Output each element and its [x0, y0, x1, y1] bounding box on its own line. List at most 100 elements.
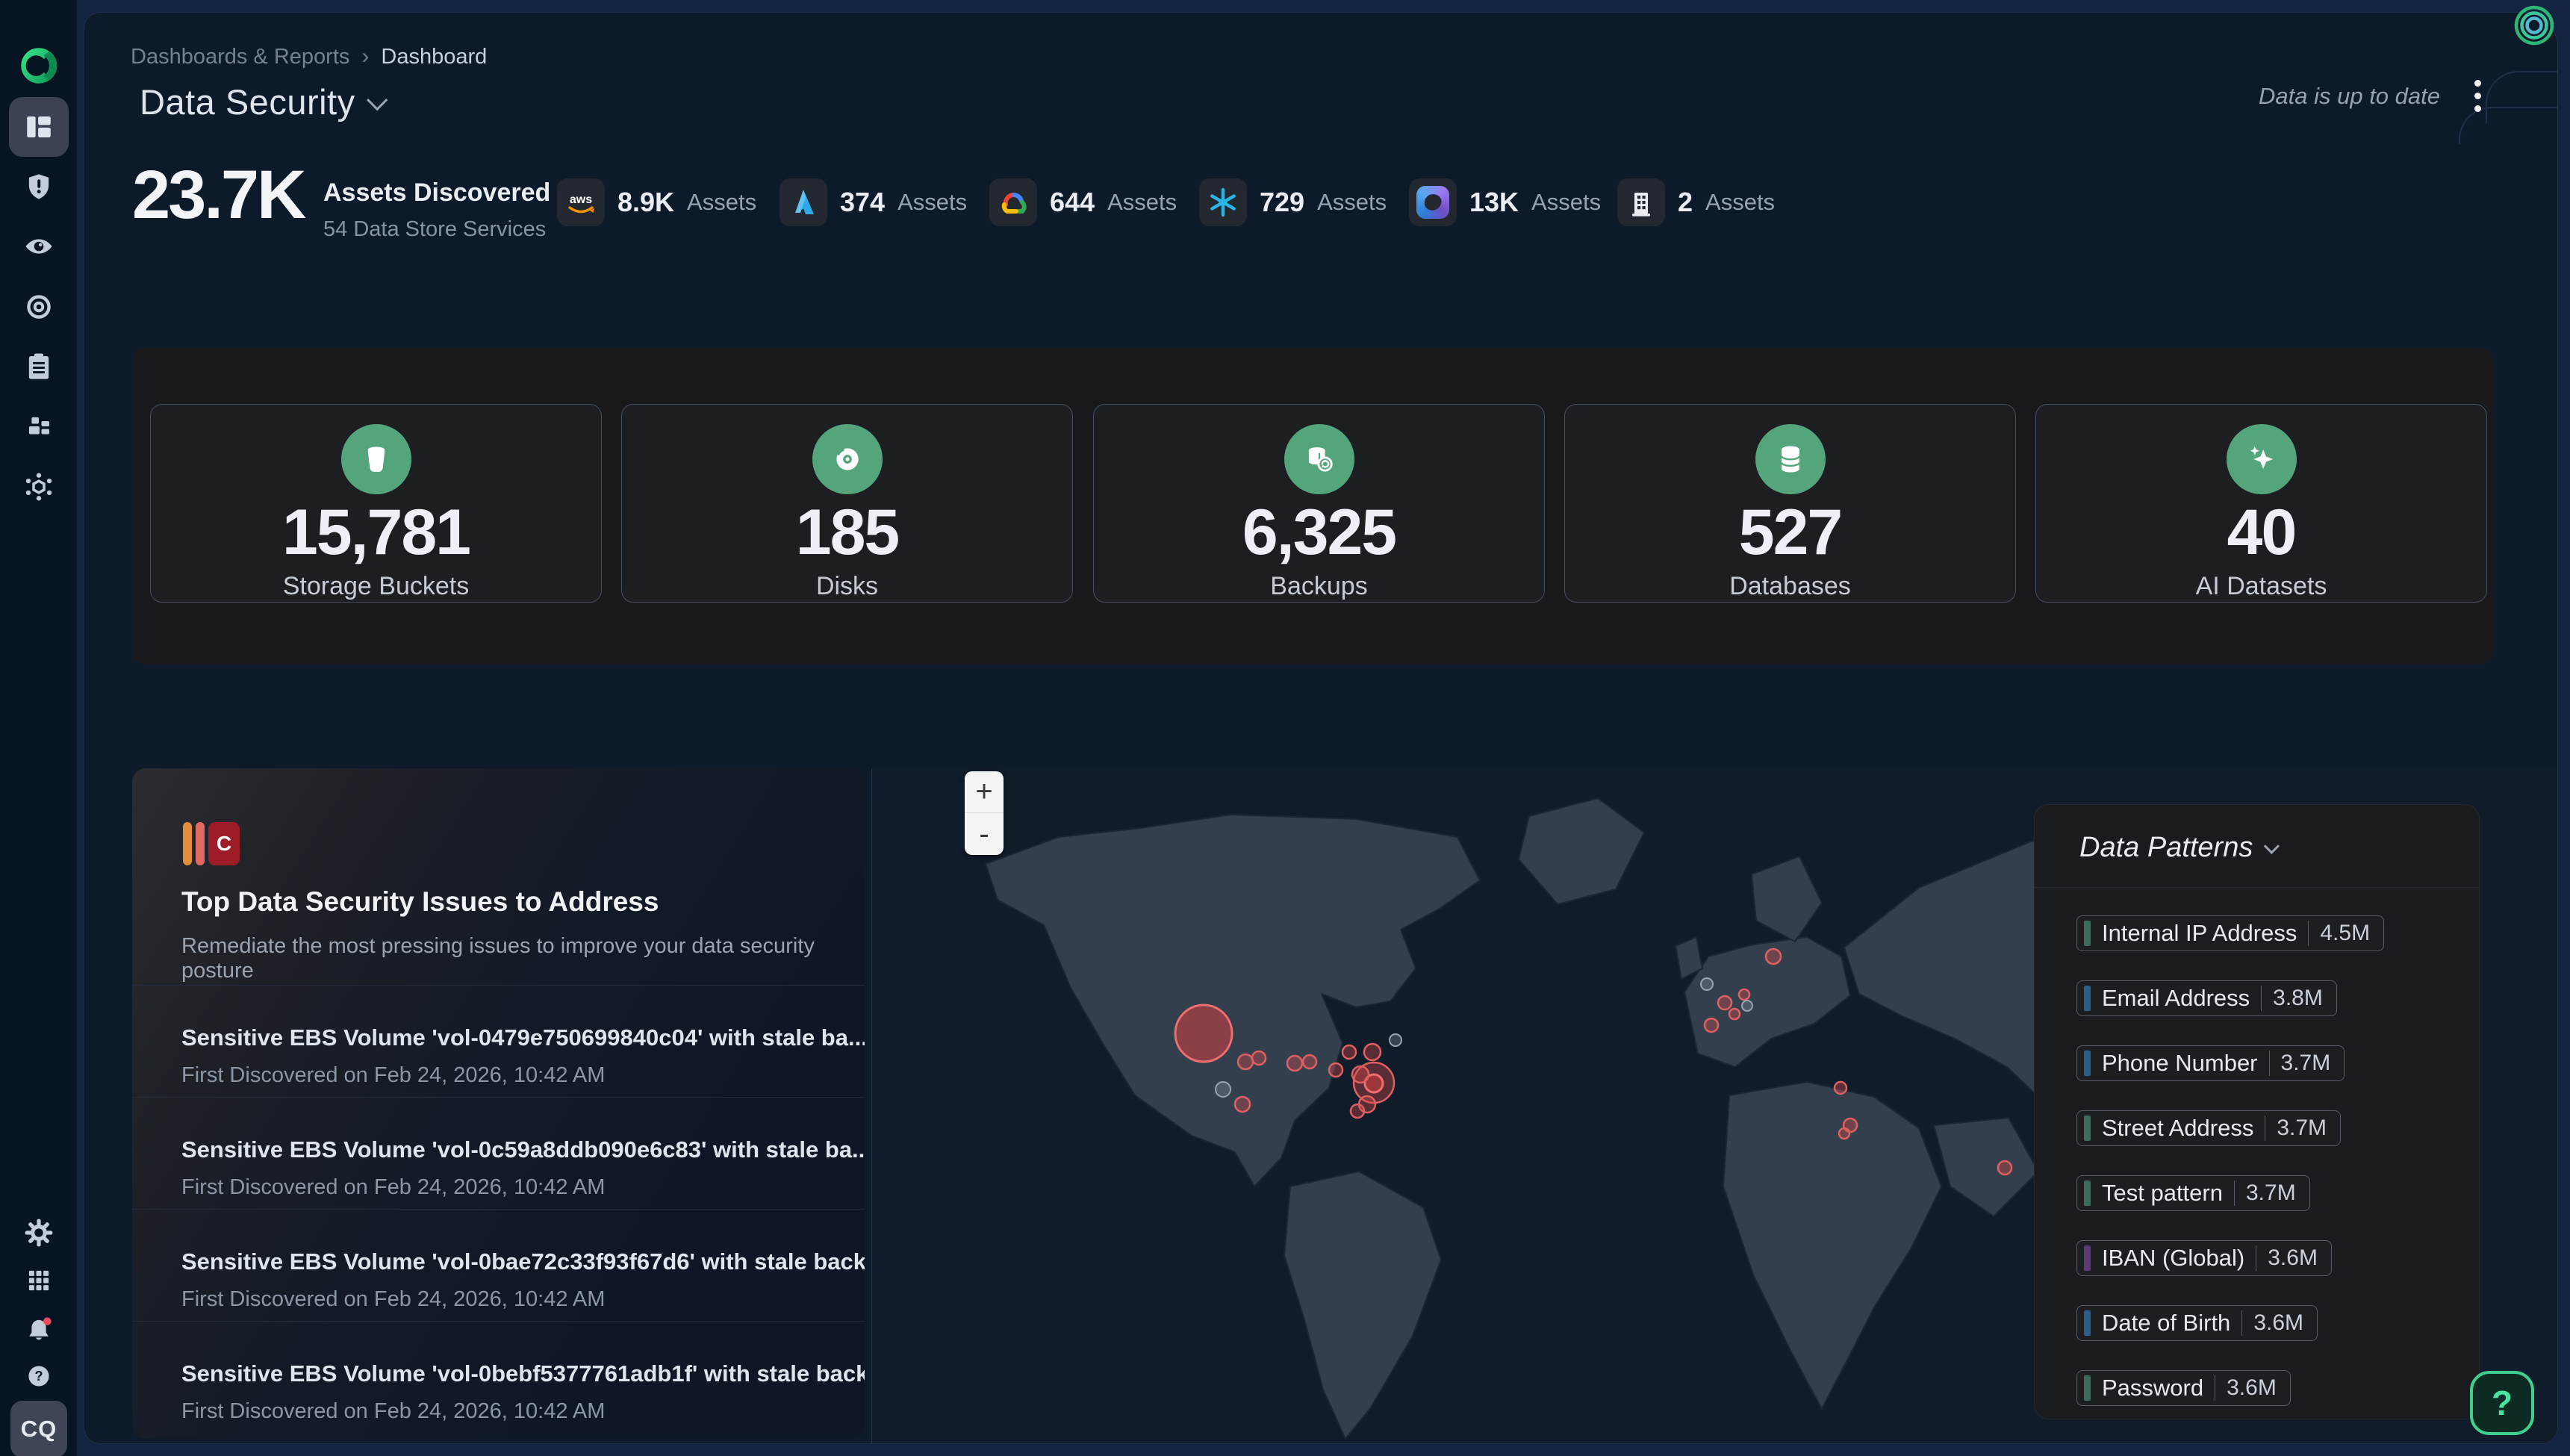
data-pattern-chip[interactable]: Internal IP Address 4.5M	[2076, 915, 2384, 951]
provider-chip-snowflake[interactable]: 729 Assets	[1199, 178, 1387, 227]
stat-card-ai-datasets[interactable]: 40 AI Datasets	[2035, 404, 2487, 603]
issue-row[interactable]: Sensitive EBS Volume 'vol-0bae72c33f93f6…	[132, 1209, 865, 1321]
google-cloud-icon	[989, 178, 1037, 226]
stat-label: Storage Buckets	[151, 572, 601, 601]
pattern-label: Phone Number	[2102, 1050, 2258, 1077]
data-pattern-chip[interactable]: Street Address 3.7M	[2076, 1110, 2341, 1146]
map-data-bubble[interactable]	[1701, 978, 1713, 990]
concentric-rings-icon	[2512, 3, 2557, 48]
map-data-bubble[interactable]	[1364, 1044, 1381, 1060]
map-data-bubble[interactable]	[1390, 1034, 1401, 1046]
data-pattern-chip[interactable]: Password 3.6M	[2076, 1370, 2291, 1406]
sidebar-item-dashboards[interactable]	[9, 97, 69, 157]
data-pattern-chip[interactable]: Phone Number 3.7M	[2076, 1045, 2345, 1081]
map-data-bubble[interactable]	[1216, 1082, 1230, 1097]
stat-value: 527	[1565, 496, 2015, 570]
provider-label: Assets	[897, 189, 967, 216]
help-button[interactable]: ?	[2470, 1371, 2534, 1435]
map-data-bubble[interactable]	[1287, 1056, 1302, 1071]
map-data-bubble[interactable]	[1329, 1063, 1342, 1077]
map-data-bubble[interactable]	[1766, 949, 1781, 964]
pattern-count: 3.7M	[2265, 1116, 2327, 1141]
provider-chip-azure[interactable]: 374 Assets	[780, 178, 967, 227]
provider-chip-aws[interactable]: aws 8.9K Assets	[557, 178, 756, 227]
map-data-bubble[interactable]	[1235, 1097, 1250, 1112]
map-data-bubble[interactable]	[1998, 1161, 2011, 1175]
issue-first-discovered: First Discovered on Feb 24, 2026, 10:42 …	[181, 1175, 865, 1200]
notification-dot	[43, 1317, 52, 1325]
pattern-label: Date of Birth	[2102, 1310, 2230, 1337]
pattern-color-bar	[2084, 1375, 2091, 1401]
zoom-in-button[interactable]: +	[965, 771, 1004, 813]
aws-icon: aws	[557, 178, 605, 226]
svg-text:?: ?	[34, 1368, 43, 1384]
network-icon	[23, 471, 55, 503]
provider-chip-google-cloud[interactable]: 644 Assets	[989, 178, 1177, 227]
map-data-bubble[interactable]	[1352, 1066, 1369, 1083]
provider-label: Assets	[1317, 189, 1387, 216]
stat-card-backups[interactable]: 6,325 Backups	[1093, 404, 1545, 603]
breadcrumb-current: Dashboard	[381, 45, 487, 69]
data-patterns-dropdown[interactable]: Data Patterns	[2079, 832, 2279, 864]
pattern-count: 3.7M	[2234, 1180, 2296, 1206]
map-data-bubble[interactable]	[1175, 1005, 1232, 1062]
map-data-bubble[interactable]	[1342, 1045, 1356, 1059]
sidebar-item-issues[interactable]	[9, 157, 69, 217]
pattern-count: 3.8M	[2261, 986, 2323, 1011]
issue-row[interactable]: Sensitive EBS Volume 'vol-0bebf5377761ad…	[132, 1321, 865, 1433]
pattern-label: Internal IP Address	[2102, 920, 2297, 947]
map-data-bubble[interactable]	[1705, 1018, 1718, 1032]
issue-first-discovered: First Discovered on Feb 24, 2026, 10:42 …	[181, 1399, 865, 1424]
microsoft-fabric-icon	[1409, 178, 1457, 226]
map-data-bubble[interactable]	[1835, 1082, 1846, 1094]
map-data-bubble[interactable]	[1238, 1054, 1253, 1069]
data-pattern-chip[interactable]: Test pattern 3.7M	[2076, 1175, 2310, 1211]
issue-row[interactable]: Sensitive EBS Volume 'vol-0479e750699840…	[132, 985, 865, 1097]
pattern-color-bar	[2084, 1051, 2091, 1076]
map-data-bubble[interactable]	[1729, 1009, 1740, 1019]
data-pattern-chip[interactable]: Email Address 3.8M	[2076, 980, 2337, 1016]
stat-card-disks[interactable]: 185 Disks	[621, 404, 1073, 603]
issues-list: Sensitive EBS Volume 'vol-0479e750699840…	[132, 985, 865, 1433]
issues-panel-subtitle: Remediate the most pressing issues to im…	[181, 934, 865, 983]
sidebar-item-ai-graph[interactable]	[9, 457, 69, 517]
pattern-color-bar	[2084, 986, 2091, 1011]
data-patterns-panel: Data Patterns Internal IP Address 4.5M E…	[2034, 804, 2480, 1419]
data-pattern-chip[interactable]: IBAN (Global) 3.6M	[2076, 1240, 2332, 1276]
dashboard-title-dropdown[interactable]: Data Security	[140, 81, 387, 122]
user-avatar[interactable]: CQ	[10, 1401, 67, 1456]
map-data-bubble[interactable]	[1303, 1055, 1316, 1068]
sidebar-item-inventory[interactable]	[9, 396, 69, 456]
pattern-label: Test pattern	[2102, 1180, 2223, 1207]
map-data-bubble[interactable]	[1718, 996, 1732, 1009]
sidebar-item-reports[interactable]	[9, 337, 69, 396]
stat-card-databases[interactable]: 527 Databases	[1564, 404, 2016, 603]
stat-label: Backups	[1094, 572, 1544, 601]
target-icon	[23, 291, 55, 323]
bell-icon	[23, 1314, 55, 1345]
breadcrumb: Dashboards & Reports › Dashboard	[131, 44, 487, 69]
zoom-out-button[interactable]: -	[965, 813, 1004, 855]
issue-row[interactable]: Sensitive EBS Volume 'vol-0c59a8ddb090e6…	[132, 1097, 865, 1209]
provider-chip-microsoft-fabric[interactable]: 13K Assets	[1409, 178, 1601, 227]
brand-logo-icon[interactable]	[16, 43, 61, 88]
sidebar-item-classification[interactable]	[9, 277, 69, 337]
map-data-bubble[interactable]	[1739, 989, 1749, 1000]
backup-icon	[1284, 424, 1354, 494]
breadcrumb-link[interactable]: Dashboards & Reports	[131, 45, 349, 69]
map-data-bubble[interactable]	[1742, 1001, 1752, 1011]
provider-chip-on-premises[interactable]: 2 Assets	[1617, 178, 1775, 227]
eye-icon	[23, 231, 55, 262]
assets-total-label: Assets Discovered	[323, 178, 550, 208]
map-data-bubble[interactable]	[1252, 1051, 1266, 1065]
sidebar-item-help[interactable]: ?	[9, 1346, 69, 1406]
stat-card-storage-buckets[interactable]: 15,781 Storage Buckets	[150, 404, 602, 603]
map-data-bubble[interactable]	[1351, 1104, 1364, 1118]
kebab-menu-icon[interactable]	[2470, 75, 2486, 116]
map-data-bubble[interactable]	[1839, 1128, 1849, 1139]
data-freshness-status: Data is up to date	[2259, 83, 2440, 110]
stat-value: 185	[622, 496, 1072, 570]
stat-cards-panel: 15,781 Storage Buckets 185 Disks	[132, 348, 2493, 665]
data-pattern-chip[interactable]: Date of Birth 3.6M	[2076, 1305, 2318, 1341]
sidebar-item-discovery[interactable]	[9, 217, 69, 276]
